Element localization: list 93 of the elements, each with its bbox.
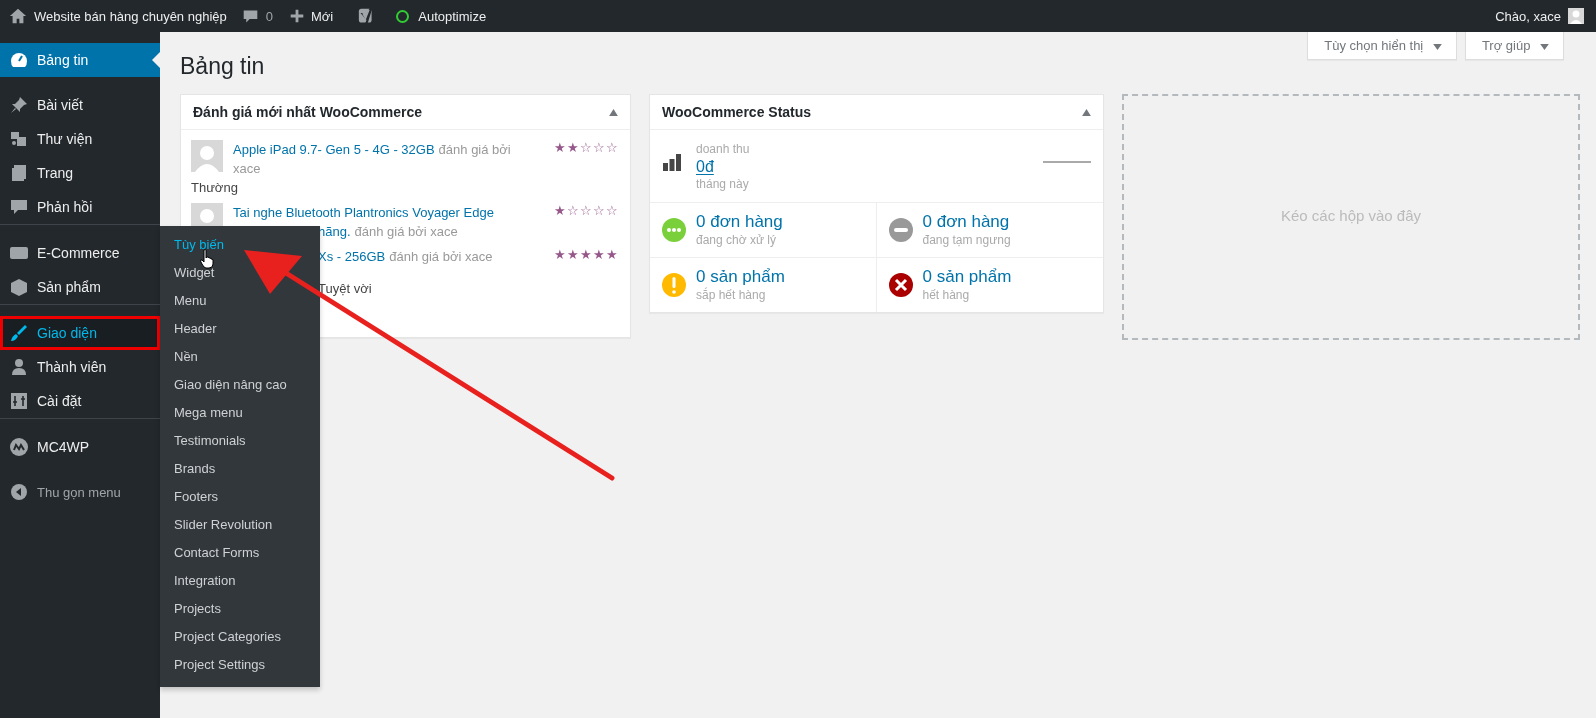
submenu-item[interactable]: Nền [160,343,320,371]
submenu-item[interactable]: Widget [160,259,320,287]
sidebar-item[interactable]: Phản hồi [0,190,160,224]
hand-cursor-icon [200,249,214,269]
sidebar-item[interactable]: Thành viên [0,350,160,384]
product-link[interactable]: Tai nghe Bluetooth Plantronics Voyager Edge [233,203,494,222]
gauge-icon [9,50,29,70]
review-byline: đánh giá bởi xace [354,223,458,241]
sidebar-item[interactable]: Cài đặt [0,384,160,418]
sidebar-item[interactable]: E-Commerce [0,236,160,270]
star-icon: ☆ [593,203,605,241]
autoptimize-link[interactable]: Autoptimize [418,8,487,24]
submenu-item[interactable]: Mega menu [160,399,320,427]
star-icon: ☆ [567,203,579,241]
plus-icon[interactable] [290,9,304,23]
star-icon: ☆ [606,140,618,178]
submenu-item[interactable]: Slider Revolution [160,511,320,539]
status-item[interactable]: 0 đơn hàng đang chờ xử lý [650,203,877,258]
star-icon: ☆ [580,140,592,178]
status-ring-icon [396,9,410,23]
new-link[interactable]: Mới [311,8,334,24]
star-icon: ★ [567,247,579,279]
brush-icon [9,323,29,343]
sliders-icon [9,391,29,411]
product-link[interactable]: Apple iPad 9.7- Gen 5 - 4G - 32GB [233,140,435,159]
screen-tab-button[interactable]: Tùy chọn hiển thị [1307,32,1457,60]
collapse-icon [9,482,29,502]
sidebar-item[interactable]: Bảng tin [0,43,160,77]
status-item[interactable]: 0 sản phẩm hết hàng [876,258,1103,312]
review-byline: đánh giá bởi xace [389,248,493,266]
star-icon: ★ [580,247,592,279]
sidebar-item[interactable]: Sản phẩm [0,270,160,304]
sidebar-item[interactable]: Thư viện [0,122,160,156]
star-icon: ☆ [606,203,618,241]
media-icon [9,129,29,149]
sidebar-item[interactable]: Giao diện [0,316,160,350]
review-byline: xace [233,160,261,178]
greeting-link[interactable]: Chào, xace [1495,8,1561,24]
cross-circle-icon [888,273,913,297]
box-icon [9,277,29,297]
submenu-item[interactable]: Menu [160,287,320,315]
caret-icon [1540,43,1549,50]
user-icon [9,357,29,377]
card-title: Đánh giá mới nhất WooCommerce [193,104,423,120]
review-comment: Thường [191,179,239,197]
pages-icon [9,163,29,183]
star-icon: ★ [554,203,566,241]
star-icon: ★ [567,140,579,178]
submenu-item[interactable]: Project Settings [160,651,320,679]
caret-icon [1432,43,1442,50]
home-icon[interactable] [9,7,27,25]
submenu-item[interactable]: Brands [160,455,320,483]
screen-tab-button[interactable]: Trợ giúp [1464,32,1564,60]
star-icon: ★ [554,140,566,178]
mc4wp-logo-icon [9,437,29,457]
comment-icon [9,197,29,217]
review-comment: Tuyệt vời [317,280,373,298]
submenu-item[interactable]: Projects [160,595,320,623]
revenue-label: doanh thu [696,140,751,157]
submenu-item[interactable]: Footers [160,483,320,511]
pin-icon [9,95,29,115]
dots-circle-icon [662,218,686,242]
collapse-toggle-icon[interactable] [609,108,618,116]
submenu-item[interactable]: Contact Forms [160,539,320,567]
status-item[interactable]: 0 sản phẩm sắp hết hàng [650,258,877,312]
sidebar-item[interactable]: Bài viết [0,88,160,122]
site-name-link[interactable]: Website bán hàng chuyên nghiệp [34,8,227,24]
sidebar-item[interactable]: MC4WP [0,430,160,464]
status-item[interactable]: 0 đơn hàng đang tạm ngưng [876,203,1103,258]
star-icon: ★ [606,247,618,279]
sidebar-item[interactable]: Thu gọn menu [0,475,160,509]
exclamation-circle-icon [662,273,686,297]
revenue-period: tháng này [696,175,750,192]
star-icon: ☆ [593,140,605,178]
comment-count[interactable]: 0 [265,8,273,24]
revenue-value-link[interactable]: 0đ [696,156,1043,176]
bar-chart-icon [662,153,682,173]
card-title: WooCommerce Status [662,104,812,120]
star-icon: ★ [554,247,566,279]
submenu-item[interactable]: Integration [160,567,320,595]
submenu-item[interactable]: Giao diện nâng cao [160,371,320,399]
review-byline: đánh giá bởi [438,141,511,159]
page-title: Bảng tin [180,52,266,81]
collapse-toggle-icon[interactable] [1082,108,1091,116]
submenu-item[interactable]: Header [160,315,320,343]
star-icon: ★ [593,247,605,279]
submenu-item[interactable]: Tùy biến [160,231,320,259]
star-icon: ☆ [580,203,592,241]
submenu-item[interactable]: Testimonials [160,427,320,455]
sidebar-item[interactable]: Trang [0,156,160,190]
submenu-item[interactable]: Project Categories [160,623,320,651]
minus-circle-icon [888,218,913,242]
sparkline [1043,161,1091,163]
